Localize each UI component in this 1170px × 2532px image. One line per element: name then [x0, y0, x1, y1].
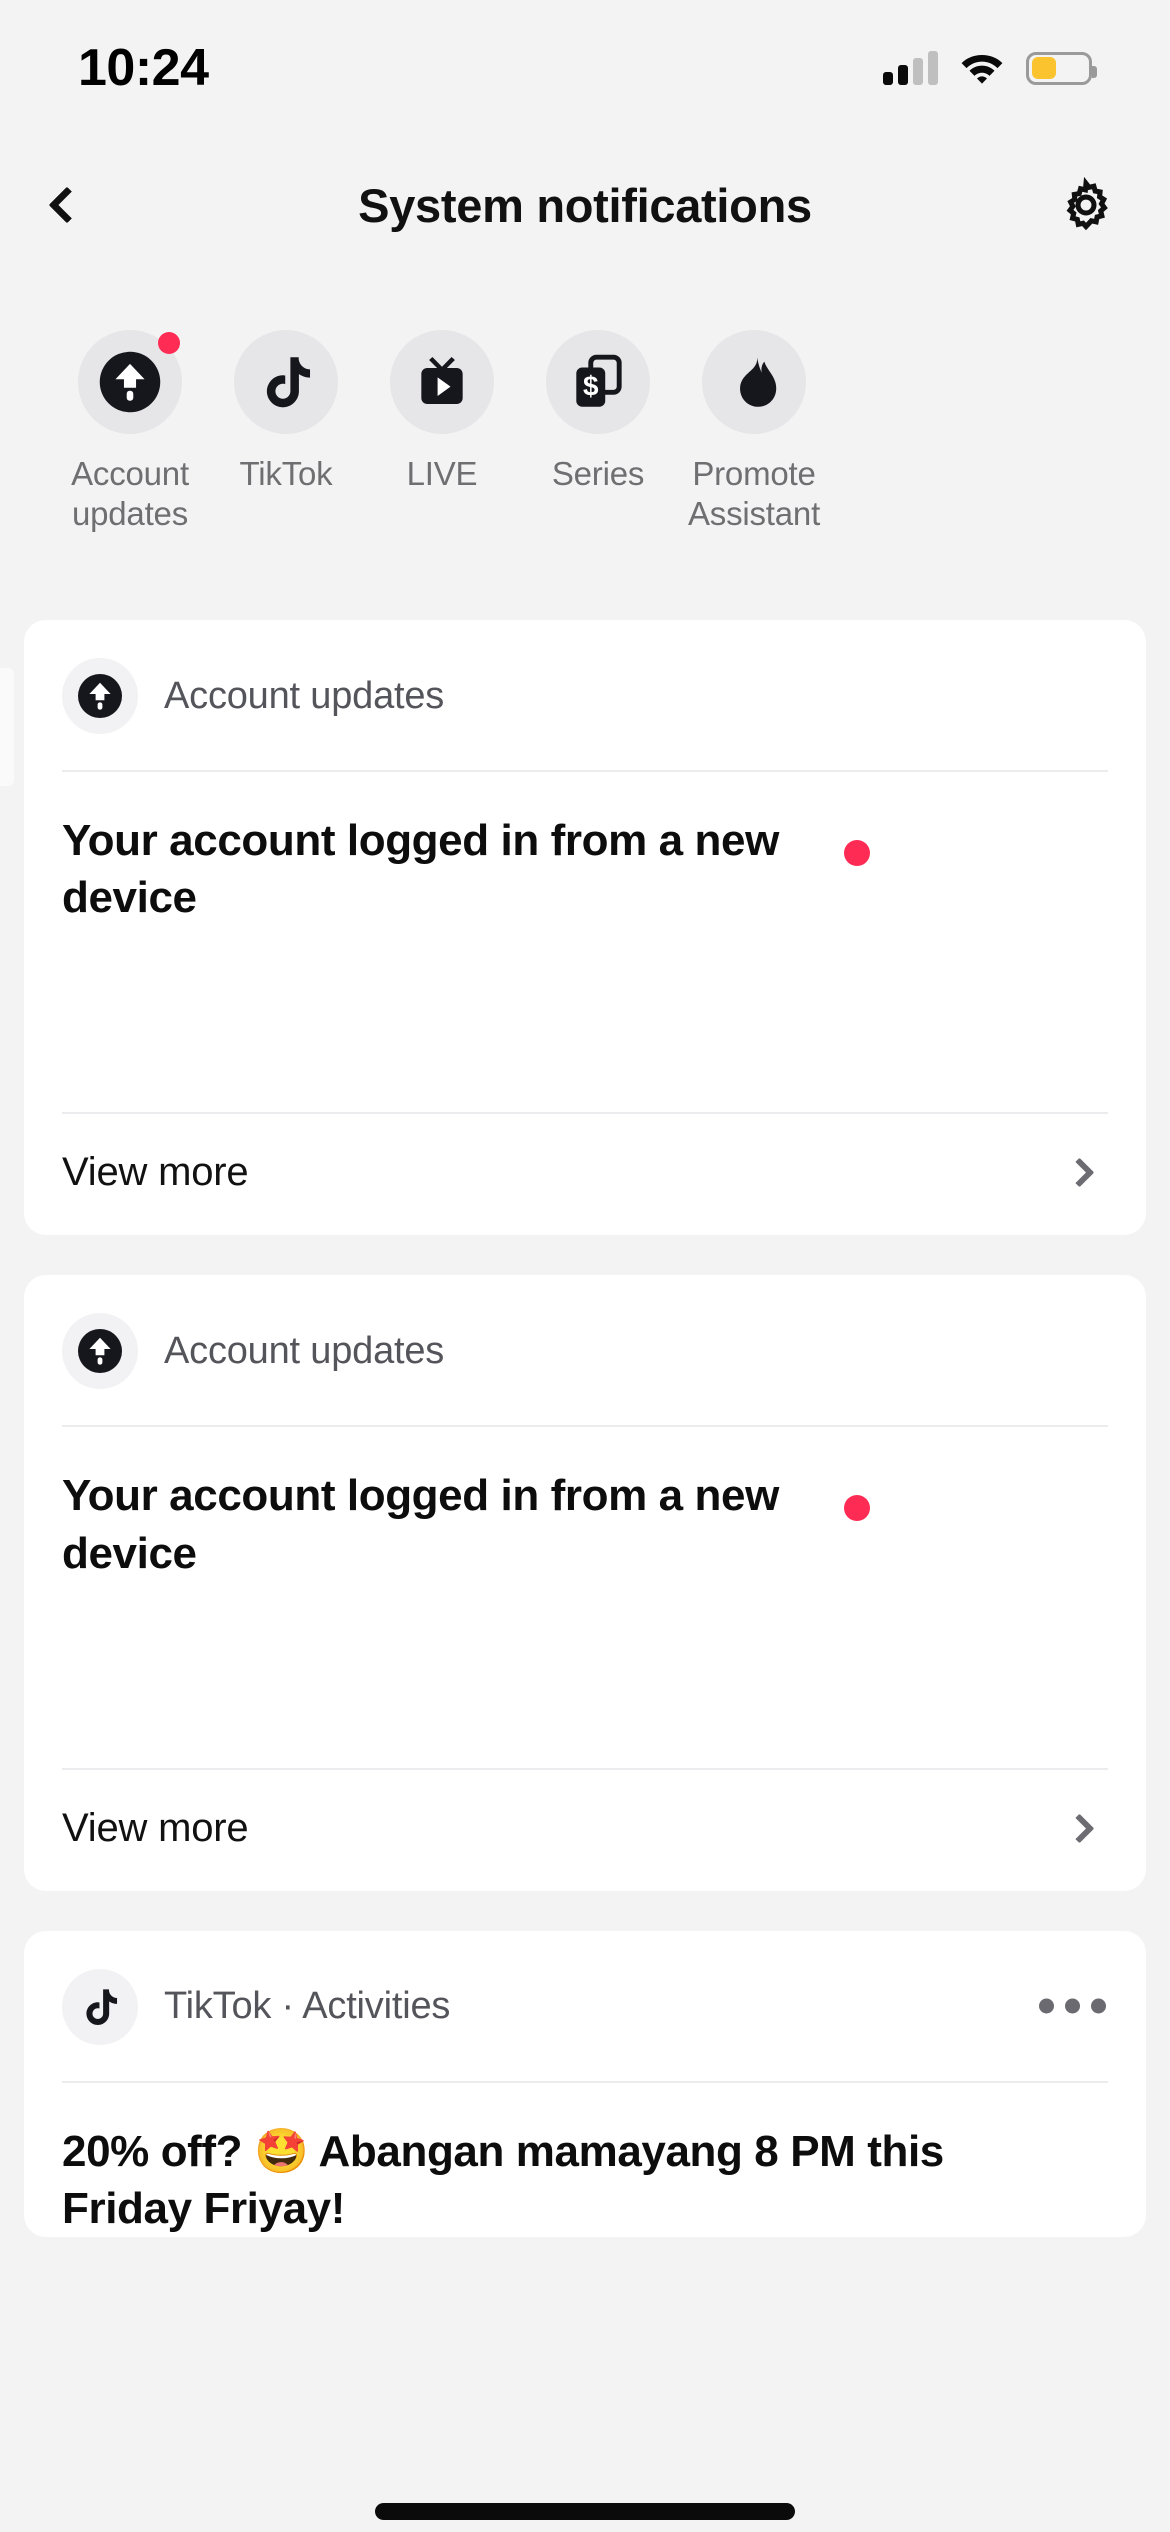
notification-source-label: Account updates [164, 1329, 445, 1372]
notification-list: Account updates Your account logged in f… [0, 620, 1170, 2277]
notification-card-header: Account updates [24, 620, 1146, 770]
category-chip-label: Account updates [71, 455, 189, 533]
chevron-left-icon [48, 186, 86, 224]
carousel-peek-edge [0, 668, 14, 786]
category-chip-series[interactable]: $ Series [520, 330, 676, 494]
category-chip-promote-assistant[interactable]: Promote Assistant [676, 330, 832, 535]
notification-card-body[interactable]: Your account logged in from a new device [24, 772, 1146, 1112]
notification-title: Your account logged in from a new device [62, 816, 779, 923]
tiktok-note-icon [266, 357, 311, 408]
category-chip-account-updates[interactable]: Account updates [52, 330, 208, 535]
notification-card[interactable]: Account updates Your account logged in f… [24, 620, 1146, 1236]
series-dollar-card-icon: $ [576, 354, 622, 407]
nav-header: System notifications [0, 155, 1170, 255]
view-more-label: View more [62, 1150, 249, 1195]
page-title: System notifications [358, 178, 812, 232]
status-bar: 10:24 [0, 0, 1170, 118]
chip-icon-wrap: $ [546, 330, 650, 434]
view-more-label: View more [62, 1805, 249, 1850]
notification-card-body[interactable]: 20% off? 🤩 Abangan mamayang 8 PM this Fr… [24, 2083, 1146, 2237]
notification-card-header: Account updates [24, 1275, 1146, 1425]
live-tv-icon [421, 356, 463, 404]
account-updates-arrow-up-icon [62, 658, 138, 734]
unread-badge-dot [158, 332, 180, 354]
settings-button[interactable] [1038, 155, 1134, 255]
category-chip-label: Promote Assistant [687, 455, 821, 533]
notification-card-header: TikTok · Activities [24, 1931, 1146, 2081]
account-updates-arrow-up-icon [99, 351, 161, 413]
notification-source-label: Account updates [164, 674, 445, 717]
tiktok-note-icon [62, 1968, 138, 2045]
notification-title: Your account logged in from a new device [62, 1471, 779, 1578]
notification-content-placeholder [62, 1582, 1108, 1768]
more-options-icon[interactable] [1039, 1998, 1106, 2014]
cellular-signal-icon [883, 51, 938, 85]
notification-card[interactable]: Account updates Your account logged in f… [24, 1275, 1146, 1891]
status-bar-clock: 10:24 [78, 39, 209, 97]
notification-card-body[interactable]: Your account logged in from a new device [24, 1427, 1146, 1767]
category-chip-label: Series [551, 455, 645, 492]
notification-card[interactable]: TikTok · Activities 20% off? 🤩 Abangan m… [24, 1930, 1146, 2238]
back-button[interactable] [22, 155, 112, 255]
unread-dot [844, 1495, 870, 1522]
chip-icon-wrap [390, 330, 494, 434]
battery-icon [1026, 51, 1097, 85]
notification-source-label: TikTok · Activities [164, 1985, 451, 2028]
promote-flame-icon [740, 355, 777, 407]
account-updates-arrow-up-icon [62, 1313, 138, 1390]
chevron-right-icon [1064, 1158, 1095, 1188]
category-chip-row[interactable]: Account updates TikTok LIVE $ Series Pro… [0, 330, 1170, 630]
notification-title: 20% off? 🤩 Abangan mamayang 8 PM this Fr… [62, 2126, 944, 2233]
home-indicator [375, 2503, 795, 2520]
category-chip-label: TikTok [239, 455, 333, 492]
svg-text:$: $ [583, 370, 599, 401]
chip-icon-wrap [78, 330, 182, 434]
chevron-right-icon [1064, 1813, 1095, 1844]
notification-content-placeholder [62, 926, 1108, 1112]
category-chip-tiktok[interactable]: TikTok [208, 330, 364, 494]
phone-screen: 10:24 System notifications Account updat… [0, 0, 1170, 2532]
view-more-button[interactable]: View more [24, 1770, 1146, 1891]
chip-icon-wrap [702, 330, 806, 434]
chip-icon-wrap [234, 330, 338, 434]
gear-icon [1066, 176, 1108, 231]
category-chip-label: LIVE [406, 455, 478, 492]
category-chip-live[interactable]: LIVE [364, 330, 520, 494]
wifi-icon [960, 51, 1004, 85]
unread-dot [844, 840, 870, 866]
view-more-button[interactable]: View more [24, 1114, 1146, 1235]
status-bar-indicators [883, 51, 1097, 85]
